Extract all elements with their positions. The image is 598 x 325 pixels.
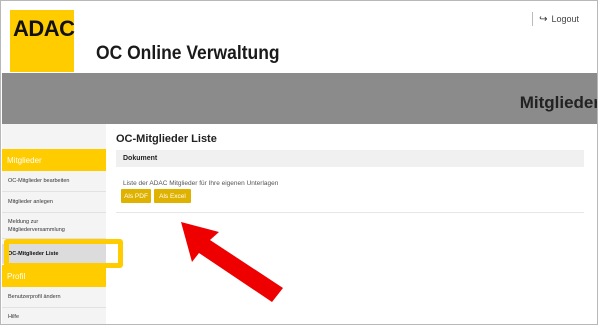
table-divider [116,212,584,213]
logout-label: Logout [551,14,579,24]
sidebar-item-hilfe[interactable]: Hilfe [2,308,106,324]
banner-title: Mitglieder [519,93,598,112]
sidebar-item-label: Benutzerprofil ändern [8,294,61,300]
app-title: OC Online Verwaltung [96,43,280,64]
sidebar-item-label: Hilfe [8,313,20,320]
sign-out-icon: ↪ [539,13,548,25]
sidebar-item-label: Mitglieder anlegen [8,199,53,205]
document-description: Liste der ADAC Mitglieder für Ihre eigen… [123,180,279,187]
sidebar-item-meldung-mitgliederversammlung[interactable]: Meldung zur Mitgliederversammlung [2,213,106,239]
sidebar-section-mitglieder: Mitglieder [2,149,106,171]
sidebar-section-profil: Profil [2,265,106,287]
sidebar-item-benutzerprofil-aendern[interactable]: Benutzerprofil ändern [2,287,106,308]
logout-link[interactable]: ↪ Logout [532,12,579,26]
red-arrow-icon [181,222,283,302]
app-window: ADAC OC Online Verwaltung ↪ Logout Mitgl… [0,0,598,325]
page-title: OC-Mitglieder Liste [116,133,217,145]
sidebar-item-oc-mitglieder-bearbeiten[interactable]: OC-Mitglieder bearbeiten [2,171,106,192]
export-excel-button[interactable]: Als Excel [154,189,191,203]
export-pdf-button[interactable]: Als PDF [121,189,151,203]
logo-text: ADAC [13,16,75,41]
adac-logo[interactable]: ADAC [10,10,75,72]
page-banner: Mitglieder [2,73,598,124]
sidebar-item-mitglieder-anlegen[interactable]: Mitglieder anlegen [2,192,106,213]
sidebar-item-label-line2: Mitgliederversammlung [8,226,65,233]
sidebar-item-label: Meldung zur [8,218,39,225]
sidebar: Mitglieder OC-Mitglieder bearbeiten Mitg… [2,124,106,324]
sidebar-item-label: OC-Mitglieder bearbeiten [8,178,70,184]
table-header-dokument: Dokument [116,150,584,167]
annotation-highlight-box [4,239,123,268]
